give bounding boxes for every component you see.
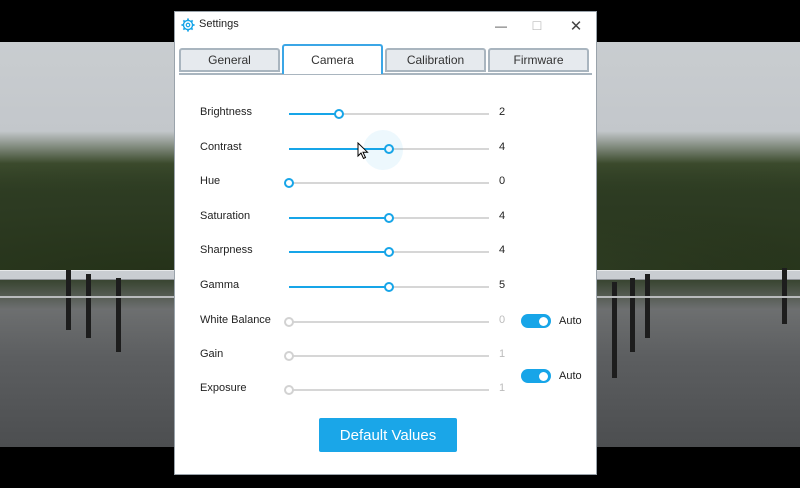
- slider-row-gamma: Gamma 5: [200, 277, 505, 297]
- slider-label: Saturation: [200, 210, 251, 222]
- slider-row-exposure: Exposure 1: [200, 380, 505, 400]
- window-title: Settings: [199, 18, 239, 30]
- gain-slider[interactable]: [284, 351, 489, 361]
- slider-row-gain: Gain 1: [200, 346, 505, 366]
- bollard: [66, 270, 71, 330]
- gain-exposure-auto-label: Auto: [559, 370, 582, 382]
- white-balance-auto-label: Auto: [559, 315, 582, 327]
- bollard: [630, 278, 635, 352]
- tab-general[interactable]: General: [179, 48, 280, 72]
- slider-row-white-balance: White Balance 0: [200, 312, 505, 332]
- tab-camera[interactable]: Camera: [282, 44, 383, 74]
- toggle-knob: [539, 317, 548, 326]
- toggle-knob: [539, 372, 548, 381]
- slider-value: 0: [499, 175, 506, 187]
- bollard: [86, 274, 91, 338]
- minimize-button[interactable]: —: [483, 12, 519, 40]
- slider-thumb[interactable]: [284, 351, 294, 361]
- slider-fill: [289, 251, 389, 253]
- slider-row-contrast: Contrast 4: [200, 139, 505, 159]
- slider-value: 1: [499, 348, 506, 360]
- slider-thumb[interactable]: [334, 109, 344, 119]
- slider-value: 4: [499, 210, 506, 222]
- slider-thumb[interactable]: [284, 385, 294, 395]
- road-marking: [596, 296, 800, 298]
- slider-row-sharpness: Sharpness 4: [200, 242, 505, 262]
- close-icon: ✕: [569, 18, 583, 35]
- slider-label: Gamma: [200, 279, 240, 291]
- maximize-button[interactable]: ☐: [519, 12, 555, 40]
- minimize-icon: —: [495, 19, 507, 33]
- saturation-slider[interactable]: [289, 213, 489, 223]
- slider-label: Brightness: [200, 106, 252, 118]
- maximize-icon: ☐: [531, 19, 543, 33]
- close-button[interactable]: ✕: [558, 12, 594, 40]
- road-marking: [0, 296, 175, 298]
- gamma-slider[interactable]: [289, 282, 489, 292]
- slider-label: Sharpness: [200, 244, 253, 256]
- slider-fill: [289, 217, 389, 219]
- tab-firmware[interactable]: Firmware: [488, 48, 589, 72]
- white-balance-slider[interactable]: [284, 317, 489, 327]
- slider-value: 4: [499, 244, 506, 256]
- slider-label: Contrast: [200, 141, 242, 153]
- default-values-button[interactable]: Default Values: [319, 418, 457, 452]
- slider-thumb[interactable]: [384, 282, 394, 292]
- click-ripple: [363, 130, 403, 170]
- slider-label: Gain: [200, 348, 224, 360]
- bollard: [645, 274, 650, 338]
- exposure-slider[interactable]: [284, 385, 489, 395]
- slider-label: Exposure: [200, 382, 247, 394]
- settings-window: Settings — ☐ ✕ General Camera Calibratio…: [175, 12, 596, 474]
- slider-label: Hue: [200, 175, 221, 187]
- slider-value: 5: [499, 279, 506, 291]
- slider-thumb[interactable]: [284, 317, 294, 327]
- slider-fill: [289, 286, 389, 288]
- slider-value: 2: [499, 106, 506, 118]
- mouse-cursor-icon: [357, 142, 369, 160]
- slider-fill: [289, 113, 339, 115]
- slider-thumb[interactable]: [384, 247, 394, 257]
- tab-calibration[interactable]: Calibration: [385, 48, 486, 72]
- title-bar[interactable]: Settings — ☐ ✕: [175, 12, 596, 40]
- slider-label: White Balance: [200, 314, 271, 326]
- slider-value: 0: [499, 314, 506, 326]
- slider-row-saturation: Saturation 4: [200, 208, 505, 228]
- slider-value: 4: [499, 141, 506, 153]
- white-balance-auto-toggle[interactable]: [521, 314, 553, 330]
- sharpness-slider[interactable]: [289, 247, 489, 257]
- gear-icon: [181, 18, 195, 32]
- slider-thumb[interactable]: [384, 213, 394, 223]
- slider-row-brightness: Brightness 2: [200, 104, 505, 124]
- bollard: [116, 278, 121, 352]
- tab-divider: [179, 73, 592, 75]
- slider-row-hue: Hue 0: [200, 173, 505, 193]
- gain-exposure-auto-toggle[interactable]: [521, 369, 553, 385]
- tab-bar: General Camera Calibration Firmware: [179, 44, 592, 74]
- slider-value: 1: [499, 382, 506, 394]
- brightness-slider[interactable]: [289, 109, 489, 119]
- slider-thumb[interactable]: [284, 178, 294, 188]
- hue-slider[interactable]: [284, 178, 489, 188]
